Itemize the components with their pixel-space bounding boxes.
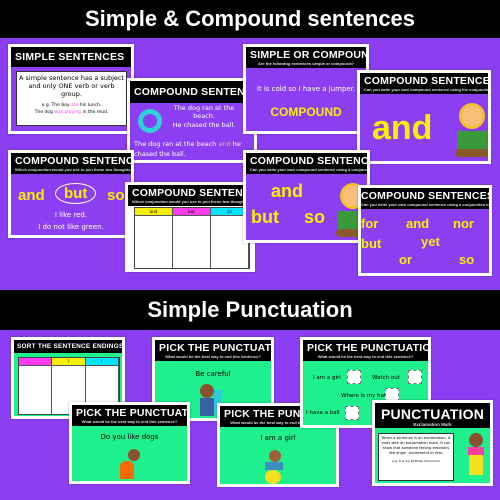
sentence-2: I do not like green. <box>38 223 104 231</box>
slide-title: PICK THE PUNCTUATION <box>76 407 187 419</box>
sentence: I am a girl <box>313 375 341 381</box>
sentence: Watch out <box>372 375 400 381</box>
slide-subtitle: Which conjunction would you use to join … <box>132 199 252 204</box>
child-question-mark-illustration <box>120 449 142 481</box>
sentence: Be careful <box>195 370 231 378</box>
column-header: ! <box>85 358 118 366</box>
combined-sentence: The dog ran at the beach and he chased t… <box>134 140 241 158</box>
slide-title: PICK THE PUNCTUATION <box>307 342 428 354</box>
word: or <box>399 252 412 267</box>
conjunction-word: and <box>372 109 433 147</box>
slide-subtitle: Which conjunction would you use to join … <box>15 167 131 172</box>
slide-subtitle: Exclamation Mark <box>413 422 452 427</box>
child-writing-illustration <box>455 103 488 161</box>
slide-title: SORT THE SENTENCE ENDINGS <box>17 343 122 350</box>
slide-compound-and: COMPOUND SENTENCES Can you write your own… <box>357 70 491 164</box>
slide-simple-or-compound: SIMPLE OR COMPOUND?Are the following sen… <box>243 44 369 134</box>
slide-subtitle: What would be the best way to end this s… <box>165 354 261 359</box>
arrow-icon <box>138 109 162 133</box>
answer-box[interactable] <box>408 370 422 384</box>
slide-compound-choice: COMPOUND SENTENCESWhich conjunction woul… <box>8 150 134 238</box>
child-cheering-illustration <box>463 433 489 483</box>
sorting-table: and but so <box>134 207 250 269</box>
slide-subtitle: Are the following sentences simple or co… <box>257 61 354 66</box>
word-and: and <box>271 181 304 201</box>
sentence: It is cold so I have a jumper. <box>256 85 356 93</box>
word: so <box>459 252 475 267</box>
slide-title: COMPOUND SENTENCES <box>250 155 367 167</box>
answer-box[interactable] <box>347 370 361 384</box>
slide-compound-arrow: COMPOUND SENTENCES The dog ran at the be… <box>127 78 257 163</box>
sentence: I am a girl <box>260 434 296 442</box>
slide-subtitle: What would be the best way to end this s… <box>81 419 178 424</box>
answer-box[interactable] <box>345 406 359 420</box>
slide-subtitle: Can you write your own compound sentence… <box>250 167 367 172</box>
slide-title: PICK THE PUNCTUATION <box>159 342 271 354</box>
sentence-1: I like red. <box>54 211 88 219</box>
sentence: Where is my hat <box>341 393 387 399</box>
sentence: I have a ball <box>306 410 340 416</box>
slide-title: COMPOUND SENTENCES <box>364 75 488 87</box>
word: for <box>361 216 379 231</box>
answer: COMPOUND <box>270 105 342 119</box>
word: but <box>361 236 382 251</box>
column-header: . <box>19 358 52 366</box>
slide-title: COMPOUND SENTENCES <box>361 190 489 202</box>
slide-punctuation-exclamation: PUNCTUATION Exclamation Mark When a sente… <box>372 400 493 486</box>
slide-subtitle: What would be the best way to end this s… <box>317 354 414 359</box>
slide-title: PUNCTUATION <box>380 406 485 422</box>
sentence: Do you like dogs <box>100 433 159 441</box>
top-banner: Simple & Compound sentences <box>0 0 500 38</box>
option-and: and <box>18 187 45 204</box>
example-text: e.g. It is my birthday tomorrow! <box>392 459 440 463</box>
word: nor <box>453 216 474 231</box>
slide-title: COMPOUND SENTENCES <box>134 86 254 98</box>
sentence-1: The dog ran at the beach. <box>173 104 235 120</box>
slide-simple-sentences: SIMPLE SENTENCES A simple sentence has a… <box>8 44 134 134</box>
word: yet <box>421 234 440 249</box>
definition-text: A simple sentence has a subject and only… <box>19 74 125 98</box>
slide-title: COMPOUND SENTENCES <box>132 187 252 199</box>
example-1: e.g. The boy ate his lunch. <box>41 103 102 108</box>
slide-compound-fanboys: COMPOUND SENTENCES Can you write your own… <box>358 185 492 276</box>
word-but: but <box>251 207 279 227</box>
column-header: ? <box>52 358 85 366</box>
example-2: The dog was playing in the mud. <box>34 110 109 115</box>
slide-subtitle: Can you write your own compound sentence… <box>364 87 488 92</box>
slide-title: COMPOUND SENTENCES <box>15 155 131 167</box>
word-so: so <box>304 207 326 227</box>
slide-compound-three: COMPOUND SENTENCESCan you write your own… <box>243 150 370 243</box>
definition-box: When a sentence is an exclamation, it en… <box>378 433 454 481</box>
slide-compound-table: COMPOUND SENTENCES Which conjunction woul… <box>125 182 255 272</box>
sentence-2: He chased the ball. <box>172 121 236 129</box>
slide-pick-dogs: PICK THE PUNCTUATIONWhat would be the be… <box>69 402 190 484</box>
column-header: but <box>173 208 210 216</box>
bottom-banner: Simple Punctuation <box>0 290 500 330</box>
slide-subtitle: Can you write your own compound sentence… <box>361 202 489 207</box>
slide-title: SIMPLE SENTENCES <box>15 51 125 63</box>
option-so: so <box>107 187 125 204</box>
slide-title: SIMPLE OR COMPOUND? <box>250 49 366 61</box>
word: and <box>406 216 430 231</box>
definition-box: A simple sentence has a subject and only… <box>16 71 127 126</box>
definition-text: When a sentence is an exclamation, it en… <box>381 436 451 455</box>
column-header: and <box>135 208 172 216</box>
child-ball-illustration <box>265 450 293 484</box>
option-but-circled: but <box>55 183 97 204</box>
